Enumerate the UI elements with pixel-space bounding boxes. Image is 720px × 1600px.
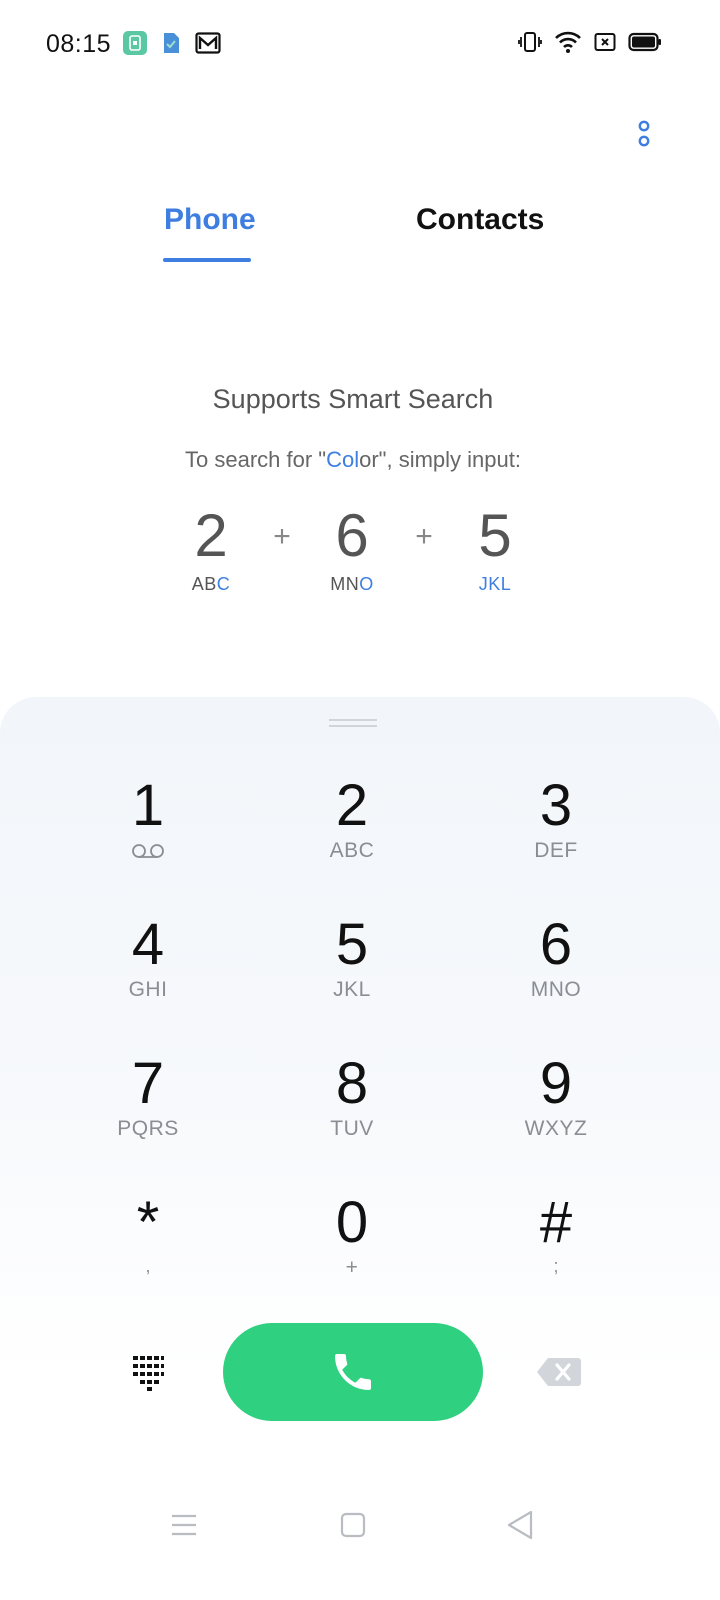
- key-letters: JKL: [333, 978, 371, 1001]
- key-letters: TUV: [330, 1117, 374, 1140]
- example-key-5: 5 JKL: [435, 500, 555, 595]
- key-digit: 6: [539, 912, 573, 977]
- key-letters: PQRS: [117, 1117, 179, 1140]
- subtitle-highlight: Col: [326, 447, 360, 472]
- overflow-menu-icon: [638, 120, 650, 147]
- nav-back-button[interactable]: [498, 1503, 542, 1547]
- backspace-icon: [537, 1358, 581, 1386]
- key-letters: ABC: [329, 839, 375, 862]
- status-time: 08:15: [46, 30, 112, 58]
- voicemail-icon: [58, 838, 238, 867]
- example-letters: MNO: [330, 574, 374, 594]
- smart-search-title: Supports Smart Search: [212, 384, 494, 414]
- dialpad-key-6[interactable]: 6 MNO: [466, 913, 646, 1033]
- key-letters: GHI: [128, 978, 168, 1001]
- key-digit: 5: [335, 912, 369, 977]
- key-letters: +: [345, 1256, 359, 1279]
- example-digit: 6: [335, 502, 369, 569]
- key-digit: 8: [335, 1051, 369, 1116]
- example-digit: 2: [194, 502, 228, 569]
- menu-lines-icon: [172, 1514, 196, 1536]
- dialpad-key-8[interactable]: 8 TUV: [262, 1052, 442, 1172]
- system-icons: [518, 30, 662, 59]
- active-tab-indicator: [163, 258, 251, 262]
- subtitle-rest: or", simply input:: [359, 447, 521, 472]
- battery-icon: [628, 32, 662, 57]
- key-digit: 1: [131, 773, 165, 838]
- key-letters: ,: [145, 1256, 151, 1276]
- subtitle-prefix: To search for ": [185, 447, 327, 472]
- wifi-icon: [554, 30, 582, 59]
- smart-search-subtitle: To search for "Color", simply input:: [0, 447, 706, 473]
- example-key-6: 6 MNO: [292, 500, 412, 595]
- dialpad-key-4[interactable]: 4 GHI: [58, 913, 238, 1033]
- dialpad-key-3[interactable]: 3 DEF: [466, 774, 646, 894]
- dialpad-key-7[interactable]: 7 PQRS: [58, 1052, 238, 1172]
- key-digit: 9: [539, 1051, 573, 1116]
- key-letters: WXYZ: [524, 1117, 588, 1140]
- dialpad-key-2[interactable]: 2 ABC: [262, 774, 442, 894]
- tab-contacts[interactable]: Contacts: [416, 203, 544, 237]
- tab-phone[interactable]: Phone: [164, 203, 256, 237]
- dialpad-key-hash[interactable]: # ;: [466, 1191, 646, 1311]
- dialpad-key-9[interactable]: 9 WXYZ: [466, 1052, 646, 1172]
- call-button[interactable]: [223, 1323, 483, 1421]
- dialpad-toggle-button[interactable]: [126, 1350, 170, 1394]
- key-digit: *: [136, 1190, 160, 1255]
- example-letters: ABC: [191, 574, 231, 594]
- key-digit: 4: [131, 912, 165, 977]
- notification-icons: [123, 31, 221, 60]
- backspace-button[interactable]: [536, 1356, 582, 1388]
- dialpad-key-5[interactable]: 5 JKL: [262, 913, 442, 1033]
- file-notification-icon: [161, 32, 181, 59]
- app-notification-icon: [123, 31, 147, 60]
- dialpad-key-1[interactable]: 1: [58, 774, 238, 894]
- example-key-2: 2 ABC: [151, 500, 271, 595]
- dialpad-key-star[interactable]: * ,: [58, 1191, 238, 1311]
- nav-recents-button[interactable]: [162, 1503, 206, 1547]
- dialpad-key-0[interactable]: 0 +: [262, 1191, 442, 1311]
- phone-handset-icon: [335, 1354, 371, 1390]
- back-triangle-icon: [507, 1510, 533, 1540]
- key-digit: #: [539, 1190, 573, 1255]
- dialpad-drag-handle[interactable]: [329, 718, 377, 728]
- status-bar: 08:15: [0, 0, 720, 88]
- nav-home-button[interactable]: [331, 1503, 375, 1547]
- dialpad-grid-icon: [133, 1356, 164, 1391]
- mail-notification-icon: [195, 32, 221, 59]
- key-digit: 7: [131, 1051, 165, 1116]
- overflow-menu-button[interactable]: [628, 114, 660, 154]
- key-digit: 3: [539, 773, 573, 838]
- example-digit: 5: [478, 502, 512, 569]
- vibrate-icon: [518, 30, 542, 59]
- key-digit: 2: [335, 773, 369, 838]
- key-letters: MNO: [530, 978, 582, 1001]
- key-digit: 0: [335, 1190, 369, 1255]
- example-letters: JKL: [478, 574, 512, 594]
- no-sim-icon: [594, 32, 616, 57]
- key-letters: ;: [553, 1256, 559, 1276]
- key-letters: DEF: [534, 839, 578, 862]
- dialer-screen: 08:15 Phone Contacts Supports Smart Sear…: [0, 0, 720, 1600]
- home-square-icon: [340, 1512, 366, 1538]
